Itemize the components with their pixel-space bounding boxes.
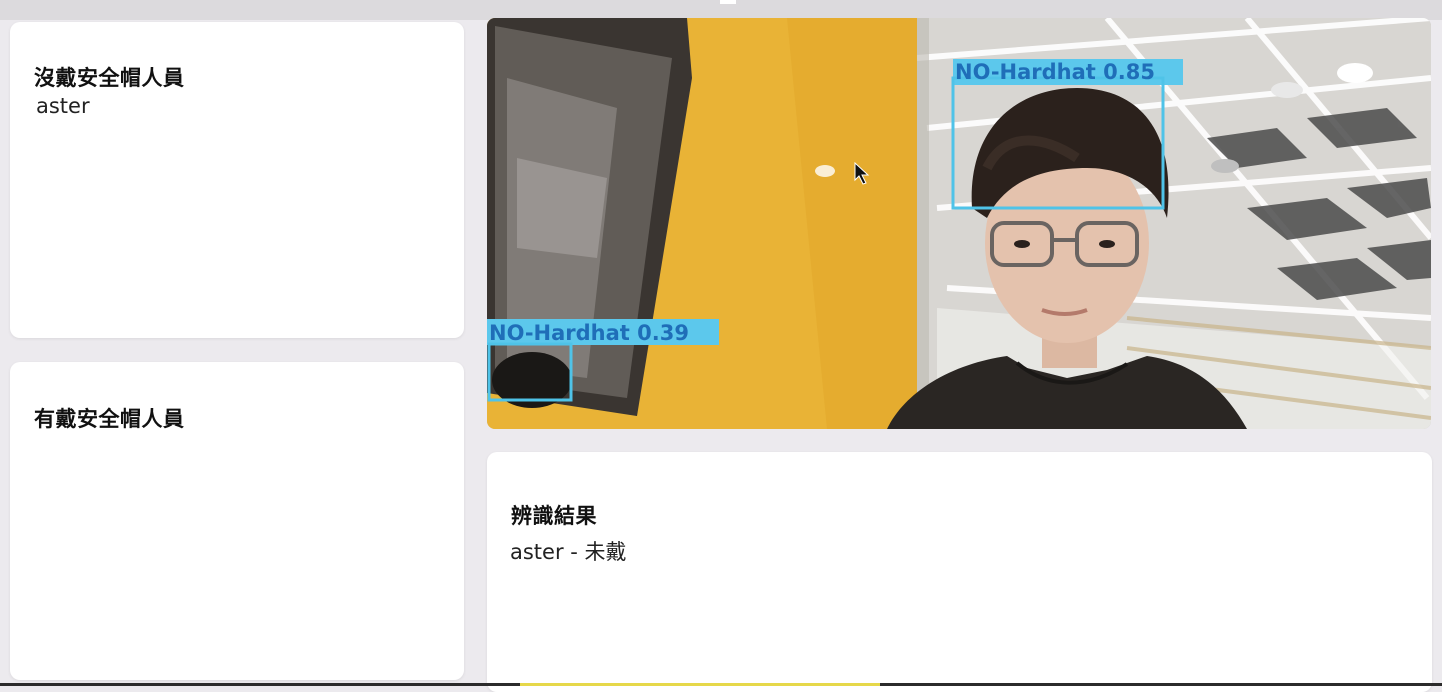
camera-feed: NO-Hardhat 0.85 NO-Hardhat 0.39 <box>487 18 1431 429</box>
result-value: aster - 未戴 <box>510 540 627 564</box>
no-hardhat-panel: 沒戴安全帽人員 aster <box>10 22 464 338</box>
recognition-result-panel: 辨識結果 aster - 未戴 <box>487 452 1432 692</box>
with-hardhat-title: 有戴安全帽人員 <box>34 407 185 431</box>
result-title: 辨識結果 <box>511 504 597 528</box>
with-hardhat-panel: 有戴安全帽人員 <box>10 362 464 680</box>
no-hardhat-name: aster <box>36 94 90 118</box>
detection-0-label: NO-Hardhat 0.85 <box>955 60 1155 84</box>
no-hardhat-title: 沒戴安全帽人員 <box>34 66 185 90</box>
top-bar-marker <box>720 0 736 4</box>
browser-top-bar <box>0 0 1442 20</box>
detection-1-label: NO-Hardhat 0.39 <box>489 321 689 345</box>
